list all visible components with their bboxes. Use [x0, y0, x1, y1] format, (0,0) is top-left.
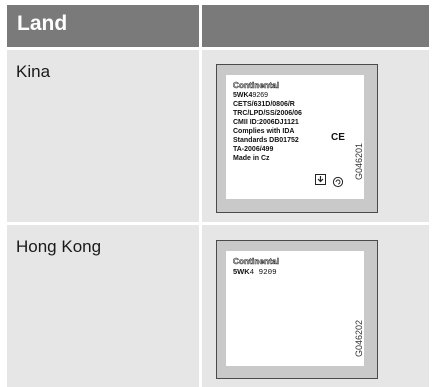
- row-hongkong-label-cell: Continental 5WK4 9209 G046202: [202, 225, 429, 387]
- label-line: CMII ID:2006DJ1121: [233, 119, 299, 126]
- label-image-hong-kong: Continental 5WK4 9209 G046202: [216, 240, 378, 379]
- download-arrow-icon: [315, 174, 326, 185]
- label-sticker: Continental 5WK49269 CETS/631D/0806/R TR…: [226, 75, 364, 199]
- model-bold: 5WK4: [233, 92, 253, 99]
- header-land: Land: [17, 12, 68, 35]
- row-kina-label-cell: Continental 5WK49269 CETS/631D/0806/R TR…: [202, 50, 429, 222]
- row-hongkong-country-cell: Hong Kong: [7, 225, 199, 387]
- label-text-lines: 5WK49269 CETS/631D/0806/R TRC/LPD/SS/200…: [233, 91, 302, 163]
- label-line: Standards DB01752: [233, 137, 299, 144]
- country-hong-kong: Hong Kong: [16, 237, 102, 256]
- model-num: 4 9209: [249, 269, 277, 277]
- label-sticker: Continental 5WK4 9209: [226, 251, 364, 366]
- row-kina-country-cell: Kina: [7, 50, 199, 222]
- label-model-line: 5WK49269: [233, 91, 302, 100]
- label-brand: Continental: [233, 81, 280, 91]
- label-line: TA-2006/499: [233, 146, 274, 153]
- country-kina: Kina: [16, 62, 51, 81]
- label-line: Made in Cz: [233, 155, 270, 162]
- label-image-kina: Continental 5WK49269 CETS/631D/0806/R TR…: [216, 64, 378, 213]
- header-cell-land: Land: [7, 5, 199, 47]
- label-line: TRC/LPD/SS/2006/06: [233, 110, 302, 117]
- model-bold: 5WK: [233, 267, 250, 276]
- label-code: G046202: [354, 319, 364, 357]
- ce-mark: CE: [331, 132, 345, 143]
- header-cell-empty: [202, 5, 429, 47]
- label-model-line: 5WK4 9209: [233, 267, 277, 277]
- label-brand: Continental: [233, 257, 280, 267]
- label-line: Complies with IDA: [233, 128, 295, 135]
- recycle-icon: [332, 175, 344, 188]
- model-num: 9269: [252, 92, 269, 99]
- label-line: CETS/631D/0806/R: [233, 101, 295, 108]
- label-code: G046201: [354, 142, 364, 180]
